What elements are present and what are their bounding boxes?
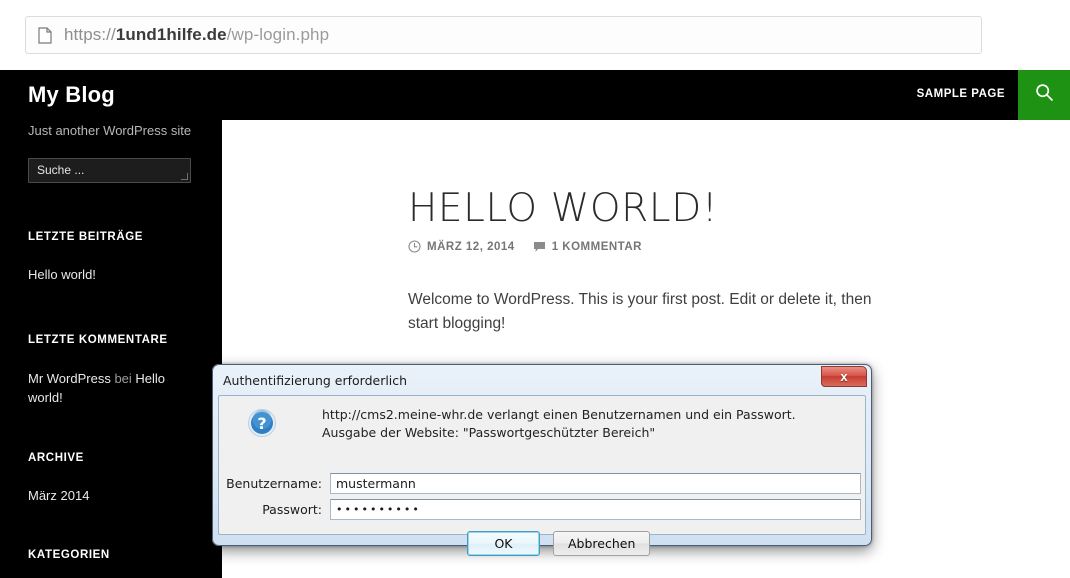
authentication-dialog: Authentifizierung erforderlich x ? http:… — [212, 364, 872, 556]
post-date-label: MÄRZ 12, 2014 — [427, 240, 515, 253]
password-input[interactable]: •••••••••• — [330, 499, 861, 520]
post-meta: MÄRZ 12, 2014 1 KOMMENTAR — [408, 240, 642, 253]
page-title[interactable]: Hello world! — [408, 186, 718, 231]
post-comments[interactable]: 1 KOMMENTAR — [533, 241, 642, 253]
dialog-titlebar: Authentifizierung erforderlich x — [216, 366, 868, 394]
cancel-button[interactable]: Abbrechen — [553, 531, 651, 556]
address-bar-url: https://1und1hilfe.de/wp-login.php — [64, 25, 329, 45]
widget-title-recent-posts: LETZTE BEITRÄGE — [28, 231, 144, 243]
widget-title-archives: ARCHIVE — [28, 452, 84, 464]
url-path: /wp-login.php — [226, 25, 330, 44]
widget-archives: ARCHIVE März 2014 — [28, 452, 194, 505]
ok-button[interactable]: OK — [467, 531, 540, 556]
dialog-buttons: OK Abbrechen — [467, 531, 651, 556]
dialog-title: Authentifizierung erforderlich — [223, 373, 408, 388]
widget-recent-comments: LETZTE KOMMENTARE Mr WordPress bei Hello… — [28, 334, 194, 407]
post-body: Welcome to WordPress. This is your first… — [408, 291, 872, 332]
url-domain: 1und1hilfe.de — [115, 25, 227, 44]
username-row: Benutzername: mustermann — [224, 473, 861, 494]
comment-author[interactable]: Mr WordPress — [28, 371, 111, 386]
post-comments-label: 1 KOMMENTAR — [551, 240, 642, 253]
widget-categories: KATEGORIEN — [28, 549, 194, 561]
clock-icon — [408, 240, 421, 253]
widget-recent-posts: LETZTE BEITRÄGE Hello world! — [28, 231, 194, 284]
widget-title-categories: KATEGORIEN — [28, 549, 110, 561]
dialog-message: http://cms2.meine-whr.de verlangt einen … — [322, 407, 796, 440]
username-input[interactable]: mustermann — [330, 473, 861, 494]
sidebar: Just another WordPress site Suche ... LE… — [0, 120, 222, 578]
search-icon — [1035, 83, 1054, 107]
site-title[interactable]: My Blog — [28, 82, 115, 108]
list-item[interactable]: Mr WordPress bei Hello world! — [28, 369, 178, 407]
post-date[interactable]: MÄRZ 12, 2014 — [408, 240, 515, 253]
page-icon — [38, 26, 52, 44]
help-question-icon: ? — [247, 408, 277, 438]
url-scheme: https:// — [64, 25, 116, 44]
username-label: Benutzername: — [226, 476, 322, 491]
list-item[interactable]: Hello world! — [28, 265, 194, 284]
comment-conjunction: bei — [110, 371, 136, 386]
dialog-body: ? http://cms2.meine-whr.de verlangt eine… — [218, 395, 866, 556]
password-label: Passwort: — [262, 502, 322, 517]
site-tagline: Just another WordPress site — [28, 123, 192, 138]
nav-item-sample-page[interactable]: SAMPLE PAGE — [917, 88, 1005, 100]
search-toggle-button[interactable] — [1018, 70, 1070, 120]
password-row: Passwort: •••••••••• — [224, 499, 861, 520]
svg-text:?: ? — [257, 414, 266, 433]
site-header: My Blog SAMPLE PAGE — [0, 70, 1070, 120]
comment-icon — [533, 241, 546, 253]
search-input[interactable]: Suche ... — [28, 158, 191, 183]
close-icon[interactable]: x — [821, 366, 867, 387]
address-bar[interactable]: https://1und1hilfe.de/wp-login.php — [25, 16, 982, 54]
browser-chrome: https://1und1hilfe.de/wp-login.php — [0, 0, 1070, 70]
widget-title-recent-comments: LETZTE KOMMENTARE — [28, 334, 168, 346]
list-item[interactable]: März 2014 — [28, 486, 194, 505]
